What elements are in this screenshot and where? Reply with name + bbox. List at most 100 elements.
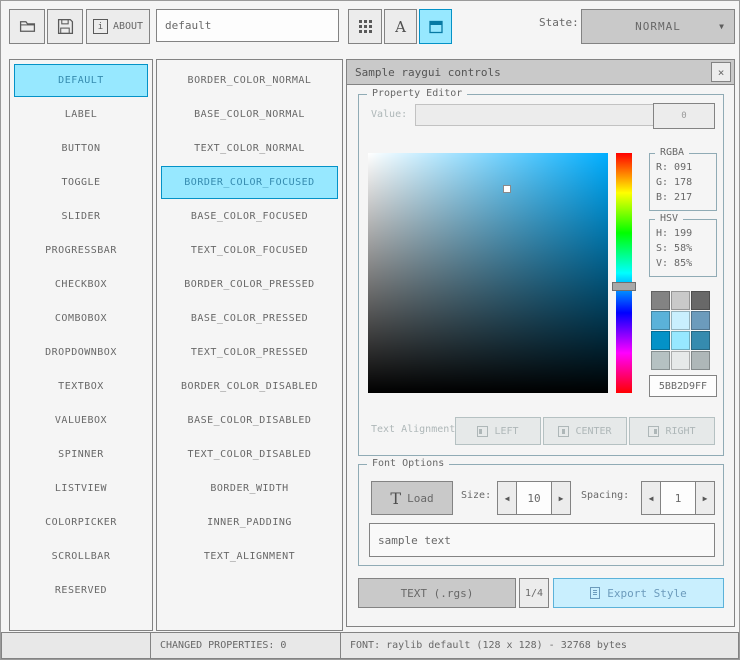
controls-panel-toggle-button[interactable] — [419, 9, 452, 44]
align-right-label: RIGHT — [665, 425, 696, 437]
properties-list-item[interactable]: TEXT_COLOR_DISABLED — [161, 438, 338, 471]
align-right-button[interactable]: RIGHT — [629, 417, 715, 445]
format-page-indicator[interactable]: 1/4 — [519, 578, 549, 608]
properties-list-item[interactable]: BASE_COLOR_PRESSED — [161, 302, 338, 335]
about-button-label: ABOUT — [112, 21, 144, 32]
properties-list-item[interactable]: BASE_COLOR_DISABLED — [161, 404, 338, 437]
controls-list-item[interactable]: PROGRESSBAR — [14, 234, 148, 267]
controls-list-item[interactable]: TEXTBOX — [14, 370, 148, 403]
export-format-button[interactable]: TEXT (.rgs) — [358, 578, 516, 608]
hsv-group-label: HSV — [655, 213, 684, 224]
controls-list-item[interactable]: TOGGLE — [14, 166, 148, 199]
close-window-button[interactable]: × — [711, 62, 731, 82]
window-title: Sample raygui controls — [355, 65, 501, 79]
spacing-value[interactable]: 1 — [661, 481, 695, 515]
controls-list-item[interactable]: SLIDER — [14, 200, 148, 233]
font-info-status: FONT: raylib default (128 x 128) - 32768… — [340, 632, 739, 659]
value-label: Value: — [371, 109, 408, 120]
changed-properties-status: CHANGED PROPERTIES: 0 — [150, 632, 341, 659]
left-arrow-icon: ◀ — [504, 493, 510, 503]
save-file-icon — [57, 18, 73, 35]
export-style-button[interactable]: Export Style — [553, 578, 724, 608]
controls-list-item[interactable]: DEFAULT — [14, 64, 148, 97]
state-dropdown[interactable]: NORMAL ▼ — [581, 9, 735, 44]
palette-swatch[interactable] — [651, 291, 670, 310]
controls-list-item[interactable]: VALUEBOX — [14, 404, 148, 437]
saturation-value: S: 58% — [656, 243, 693, 254]
property-editor-group: Property Editor Value: 0 RGBA R: 091 G: … — [358, 88, 724, 456]
properties-list-item[interactable]: BORDER_COLOR_DISABLED — [161, 370, 338, 403]
controls-list-item[interactable]: LABEL — [14, 98, 148, 131]
controls-list-item[interactable]: LISTVIEW — [14, 472, 148, 505]
properties-list-item[interactable]: BASE_COLOR_FOCUSED — [161, 200, 338, 233]
palette-swatch[interactable] — [651, 331, 670, 350]
style-grid-button[interactable] — [348, 9, 382, 44]
palette-swatch[interactable] — [671, 291, 690, 310]
controls-list: DEFAULT LABEL BUTTON TOGGLE SLIDER PROGRESSBA… — [9, 59, 153, 631]
palette-swatch[interactable] — [671, 351, 690, 370]
controls-list-item[interactable]: COLORPICKER — [14, 506, 148, 539]
sv-cursor[interactable] — [503, 185, 512, 193]
palette-swatch[interactable] — [671, 311, 690, 330]
controls-list-item[interactable]: SCROLLBAR — [14, 540, 148, 573]
palette-swatch[interactable] — [691, 351, 710, 370]
align-left-button[interactable]: LEFT — [455, 417, 541, 445]
hue-slider-handle[interactable] — [612, 281, 636, 291]
grid-icon — [358, 20, 372, 33]
sample-text-input[interactable] — [369, 523, 715, 557]
properties-list-item[interactable]: BORDER_COLOR_NORMAL — [161, 64, 338, 97]
font-preview-button[interactable]: A — [384, 9, 417, 44]
controls-list-item[interactable]: CHECKBOX — [14, 268, 148, 301]
properties-list-item[interactable]: BORDER_COLOR_FOCUSED — [161, 166, 338, 199]
align-left-label: LEFT — [494, 425, 519, 437]
controls-list-item[interactable]: SPINNER — [14, 438, 148, 471]
save-style-button[interactable] — [47, 9, 83, 44]
properties-list-item[interactable]: INNER_PADDING — [161, 506, 338, 539]
palette-swatch[interactable] — [671, 331, 690, 350]
palette-swatch[interactable] — [691, 331, 710, 350]
properties-list-item[interactable]: BORDER_COLOR_PRESSED — [161, 268, 338, 301]
size-value[interactable]: 10 — [517, 481, 551, 515]
rgba-group-label: RGBA — [655, 147, 690, 158]
controls-list-item[interactable]: DROPDOWNBOX — [14, 336, 148, 369]
controls-list-item[interactable]: RESERVED — [14, 574, 148, 607]
palette-swatch[interactable] — [691, 311, 710, 330]
font-options-group-label: Font Options — [367, 458, 450, 469]
palette-swatch[interactable] — [651, 311, 670, 330]
properties-list-item[interactable]: TEXT_COLOR_PRESSED — [161, 336, 338, 369]
palette-swatch[interactable] — [691, 291, 710, 310]
align-center-icon — [558, 425, 570, 437]
hue-bar[interactable] — [612, 153, 636, 393]
properties-list-item[interactable]: BORDER_WIDTH — [161, 472, 338, 505]
hsv-group: HSV H: 199 S: 58% V: 85% — [649, 213, 717, 277]
load-font-button[interactable]: T Load — [371, 481, 453, 515]
right-arrow-icon: ▶ — [702, 493, 708, 503]
spacing-decrease-button[interactable]: ◀ — [641, 481, 661, 515]
size-increase-button[interactable]: ▶ — [551, 481, 571, 515]
rgba-group: RGBA R: 091 G: 178 B: 217 — [649, 147, 717, 211]
align-right-icon — [648, 425, 660, 437]
window-titlebar[interactable]: Sample raygui controls × — [347, 60, 734, 85]
style-color-palette — [651, 291, 710, 370]
align-center-button[interactable]: CENTER — [543, 417, 627, 445]
sv-square[interactable] — [368, 153, 608, 393]
value-input[interactable] — [415, 104, 657, 126]
controls-list-item[interactable]: BUTTON — [14, 132, 148, 165]
style-name-input[interactable] — [156, 9, 339, 42]
right-arrow-icon: ▶ — [558, 493, 564, 503]
open-file-icon — [19, 21, 35, 32]
about-button[interactable]: i ABOUT — [86, 9, 150, 44]
sample-controls-window: Sample raygui controls × Property Editor… — [346, 59, 735, 627]
controls-list-item[interactable]: COMBOBOX — [14, 302, 148, 335]
properties-list-item[interactable]: TEXT_ALIGNMENT — [161, 540, 338, 573]
value-apply-button[interactable]: 0 — [653, 103, 715, 129]
size-decrease-button[interactable]: ◀ — [497, 481, 517, 515]
properties-list-item[interactable]: TEXT_COLOR_FOCUSED — [161, 234, 338, 267]
palette-swatch[interactable] — [651, 351, 670, 370]
properties-list-item[interactable]: TEXT_COLOR_NORMAL — [161, 132, 338, 165]
spacing-increase-button[interactable]: ▶ — [695, 481, 715, 515]
properties-list-item[interactable]: BASE_COLOR_NORMAL — [161, 98, 338, 131]
size-label: Size: — [461, 490, 492, 501]
hex-color-box[interactable]: 5BB2D9FF — [649, 375, 717, 397]
load-style-button[interactable] — [9, 9, 45, 44]
